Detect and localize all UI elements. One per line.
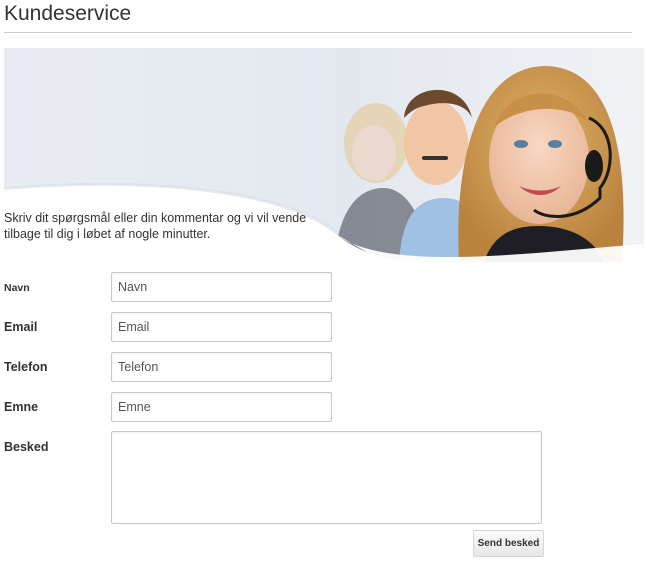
message-label: Besked (4, 440, 49, 454)
message-textarea[interactable] (111, 431, 542, 524)
intro-text: Skriv dit spørgsmål eller din kommentar … (4, 211, 307, 241)
phone-label: Telefon (4, 360, 48, 374)
send-message-button[interactable]: Send besked (473, 530, 544, 557)
page-title: Kundeservice (4, 2, 132, 25)
name-field[interactable] (111, 272, 332, 302)
name-label: Navn (4, 282, 30, 294)
subject-label: Emne (4, 400, 39, 414)
title-divider (4, 32, 632, 33)
subject-field[interactable] (111, 392, 332, 422)
email-field[interactable] (111, 312, 332, 342)
email-label: Email (4, 320, 38, 334)
phone-field[interactable] (111, 352, 332, 382)
